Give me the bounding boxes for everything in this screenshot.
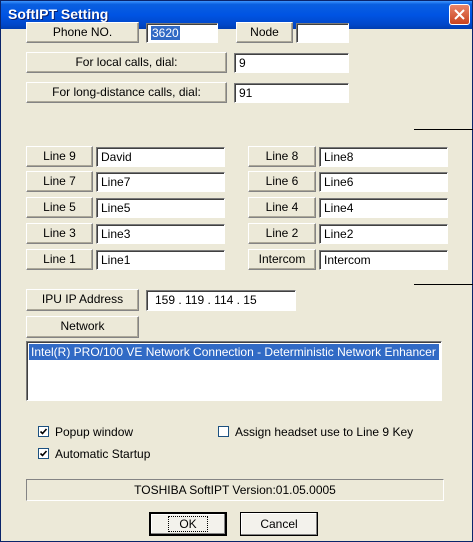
line4-label: Line 4 (248, 197, 316, 218)
intercom-field[interactable]: Intercom (319, 250, 448, 270)
long-distance-dial-label: For long-distance calls, dial: (26, 82, 227, 103)
line2-label: Line 2 (248, 223, 316, 244)
node-field[interactable] (296, 23, 349, 43)
local-dial-field[interactable]: 9 (234, 53, 349, 73)
automatic-startup-checkbox[interactable]: Automatic Startup (38, 447, 150, 461)
dialog-window: SoftIPT Setting Phone NO. 3620 Node For … (0, 0, 473, 542)
window-title: SoftIPT Setting (8, 6, 109, 22)
line4-field[interactable]: Line4 (319, 198, 448, 218)
phone-label: Phone NO. (26, 22, 139, 43)
local-dial-label: For local calls, dial: (26, 52, 227, 73)
line6-field[interactable]: Line6 (319, 172, 448, 192)
divider-line (414, 284, 473, 285)
line7-label: Line 7 (26, 171, 93, 192)
version-status: TOSHIBA SoftIPT Version:01.05.0005 (26, 479, 444, 501)
phone-number-field[interactable]: 3620 (146, 23, 218, 43)
network-label: Network (26, 316, 139, 338)
line5-label: Line 5 (26, 197, 93, 218)
ipu-ip-label: IPU IP Address (26, 289, 139, 311)
ok-label: OK (168, 516, 208, 532)
popup-window-label: Popup window (55, 425, 134, 439)
line9-field[interactable]: David (96, 147, 225, 167)
line8-label: Line 8 (248, 146, 316, 167)
line2-field[interactable]: Line2 (319, 224, 448, 244)
line5-field[interactable]: Line5 (96, 198, 225, 218)
network-adapter-item[interactable]: Intel(R) PRO/100 VE Network Connection -… (29, 344, 439, 360)
line3-field[interactable]: Line3 (96, 224, 225, 244)
cancel-button[interactable]: Cancel (240, 512, 318, 536)
headset-label: Assign headset use to Line 9 Key (235, 425, 414, 439)
automatic-startup-label: Automatic Startup (55, 447, 151, 461)
line8-field[interactable]: Line8 (319, 147, 448, 167)
close-icon (454, 9, 465, 20)
line9-label: Line 9 (26, 146, 93, 167)
phone-number-value: 3620 (151, 26, 180, 40)
node-label: Node (236, 22, 293, 43)
popup-window-box[interactable] (38, 426, 49, 438)
headset-checkbox[interactable]: Assign headset use to Line 9 Key (218, 425, 413, 439)
check-icon (39, 450, 48, 457)
line3-label: Line 3 (26, 223, 93, 244)
check-icon (39, 428, 48, 435)
ok-button[interactable]: OK (149, 512, 227, 536)
long-distance-dial-field[interactable]: 91 (234, 83, 349, 103)
divider-line (414, 129, 473, 130)
line1-label: Line 1 (26, 249, 93, 270)
line1-field[interactable]: Line1 (96, 250, 225, 270)
intercom-label: Intercom (248, 249, 316, 270)
automatic-startup-box[interactable] (38, 448, 49, 460)
headset-box[interactable] (218, 426, 229, 438)
ipu-ip-field[interactable]: 159 . 119 . 114 . 15 (146, 290, 296, 311)
close-button[interactable] (449, 4, 470, 25)
line7-field[interactable]: Line7 (96, 172, 225, 192)
line6-label: Line 6 (248, 171, 316, 192)
popup-window-checkbox[interactable]: Popup window (38, 425, 133, 439)
network-listbox[interactable]: Intel(R) PRO/100 VE Network Connection -… (26, 341, 442, 401)
